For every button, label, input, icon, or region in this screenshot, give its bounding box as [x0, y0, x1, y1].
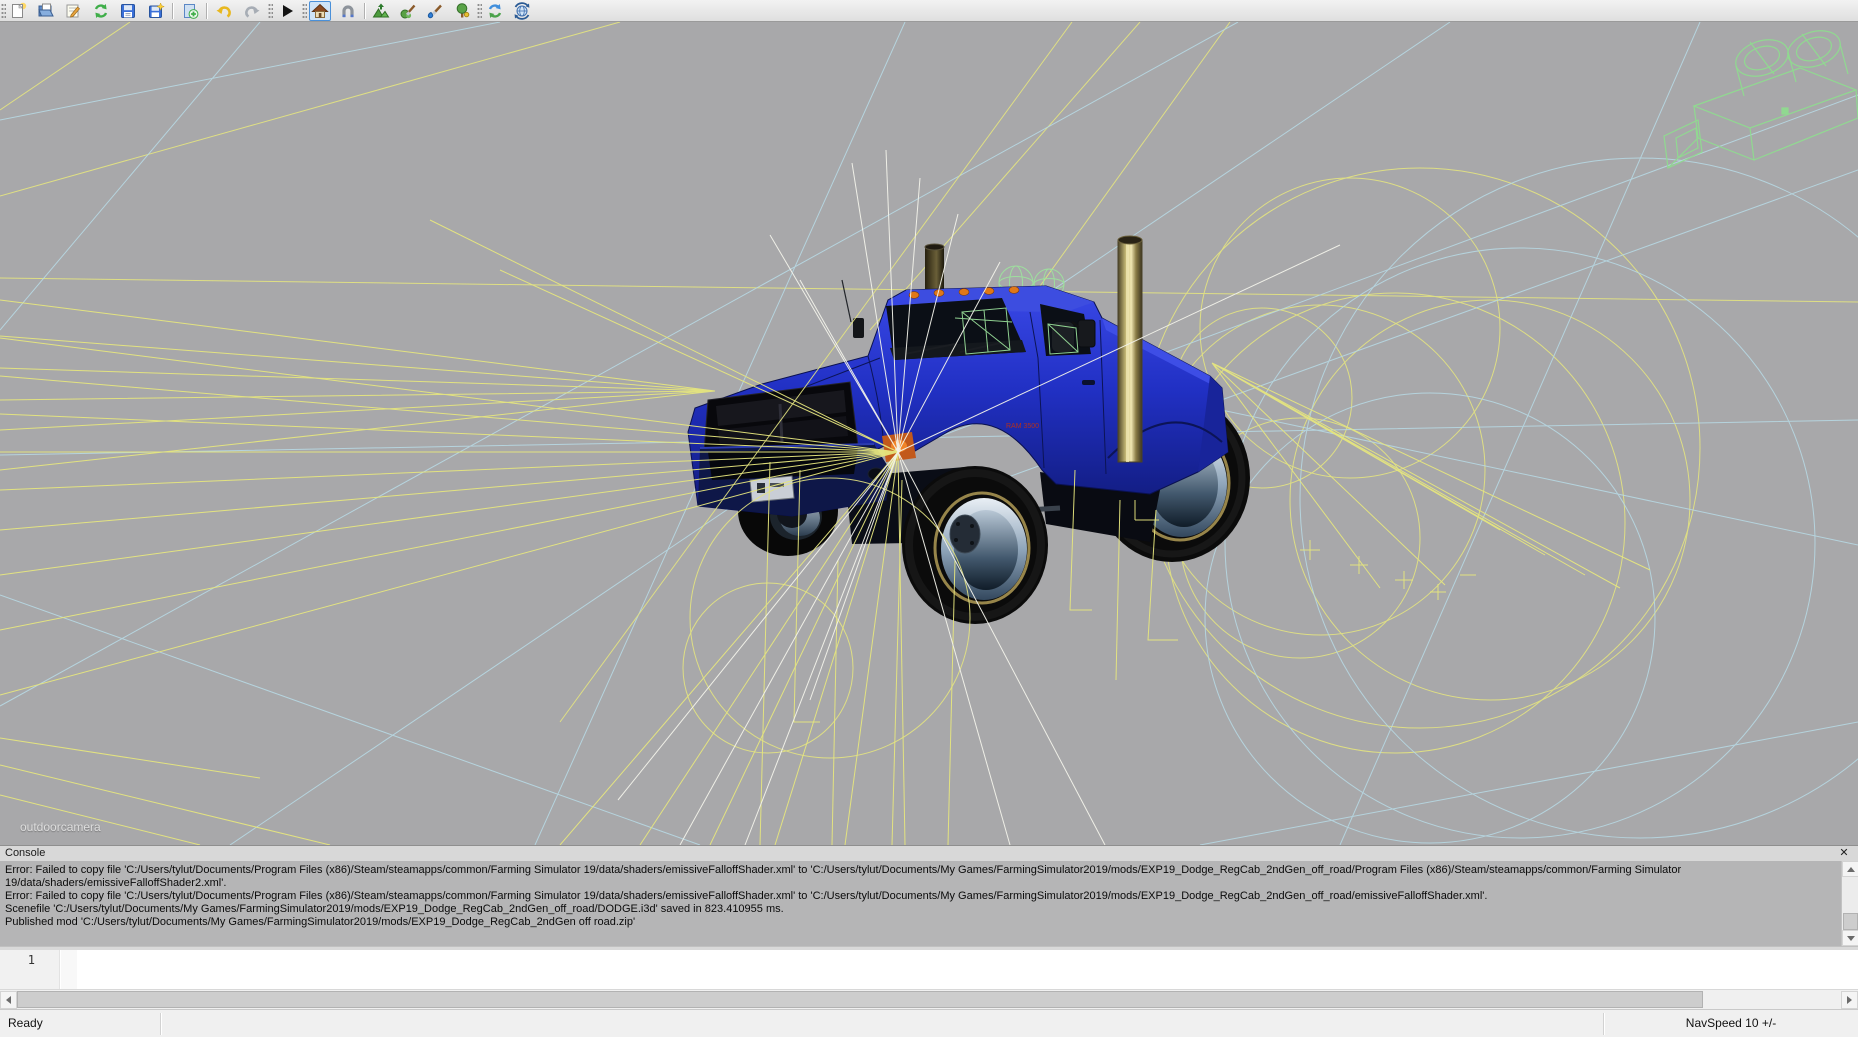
scroll-right-button[interactable]	[1841, 991, 1858, 1009]
arrow-up-icon	[1847, 863, 1855, 872]
save-as-icon[interactable]	[145, 1, 167, 21]
redo-icon[interactable]	[241, 1, 263, 21]
front-wheel[interactable]	[902, 466, 1048, 624]
3d-viewport[interactable]: RAM 3500	[0, 22, 1858, 845]
arrow-left-icon	[2, 996, 11, 1004]
exhaust-stack-right[interactable]	[1118, 236, 1142, 462]
status-separator	[160, 1013, 161, 1035]
console-vertical-scrollbar[interactable]	[1841, 861, 1858, 946]
door-handle	[1082, 380, 1095, 385]
status-message: Ready	[8, 1016, 43, 1030]
truck-badge: RAM 3500	[1006, 423, 1039, 430]
foliage-paint-icon[interactable]	[397, 1, 419, 21]
edit-script-icon[interactable]	[62, 1, 84, 21]
antenna	[842, 280, 851, 322]
toolbar-drag-handle[interactable]	[1, 3, 6, 19]
arrow-down-icon	[1847, 936, 1855, 945]
main-toolbar	[0, 0, 1858, 22]
status-bar: Ready NavSpeed 10 +/-	[0, 1009, 1858, 1037]
reload-resources-icon[interactable]	[511, 1, 533, 21]
grille	[704, 382, 858, 452]
console-panel-header[interactable]: Console	[0, 845, 1858, 861]
right-mirror	[1078, 320, 1095, 347]
scrollbar-thumb[interactable]	[1843, 913, 1858, 930]
scroll-down-button[interactable]	[1842, 930, 1858, 946]
camera-wireframe[interactable]	[1664, 24, 1858, 168]
line-number-gutter: 1	[0, 950, 60, 989]
console-line: Error: Failed to copy file 'C:/Users/tyl…	[5, 864, 1841, 877]
toolbar-drag-handle[interactable]	[302, 3, 307, 19]
toolbar-separator	[172, 3, 173, 19]
magnet-icon[interactable]	[337, 1, 359, 21]
toolbar-separator	[206, 3, 207, 19]
tree-brush-icon[interactable]	[451, 1, 473, 21]
console-line: 19/data/shaders/emissiveFalloffShader2.x…	[5, 877, 1841, 890]
save-icon[interactable]	[117, 1, 139, 21]
undo-icon[interactable]	[213, 1, 235, 21]
toolbar-drag-handle[interactable]	[477, 3, 482, 19]
toolbar-separator	[364, 3, 365, 19]
reload-icon[interactable]	[90, 1, 112, 21]
editor-horizontal-scrollbar[interactable]	[0, 989, 1858, 1009]
import-icon[interactable]	[179, 1, 201, 21]
scroll-up-button[interactable]	[1842, 861, 1858, 877]
console-line: Published mod 'C:/Users/tylut/Documents/…	[5, 916, 1841, 929]
console-line: Error: Failed to copy file 'C:/Users/tyl…	[5, 890, 1841, 903]
open-file-icon[interactable]	[35, 1, 57, 21]
scrollbar-thumb[interactable]	[17, 991, 1703, 1008]
new-file-icon[interactable]	[7, 1, 29, 21]
left-mirror	[853, 318, 864, 338]
terrain-paint-icon[interactable]	[424, 1, 446, 21]
fold-margin	[61, 950, 77, 989]
toolbar-drag-handle[interactable]	[268, 3, 273, 19]
arrow-right-icon	[1847, 996, 1856, 1004]
scroll-left-button[interactable]	[0, 991, 17, 1009]
console-line: Scenefile 'C:/Users/tylut/Documents/My G…	[5, 903, 1841, 916]
refresh-scene-icon[interactable]	[484, 1, 506, 21]
terrain-sculpt-icon[interactable]	[370, 1, 392, 21]
scene-canvas[interactable]: RAM 3500	[0, 22, 1858, 845]
close-icon[interactable]: ✕	[1836, 846, 1852, 860]
script-editor[interactable]: 1	[0, 950, 1858, 989]
navspeed-indicator: NavSpeed 10 +/-	[1604, 1016, 1858, 1030]
console-output[interactable]: Error: Failed to copy file 'C:/Users/tyl…	[0, 861, 1841, 946]
giants-editor-window: RAM 3500	[0, 0, 1858, 1037]
home-icon[interactable]	[309, 1, 331, 21]
camera-name-label: outdoorcamera	[20, 820, 101, 834]
play-icon[interactable]	[276, 1, 298, 21]
